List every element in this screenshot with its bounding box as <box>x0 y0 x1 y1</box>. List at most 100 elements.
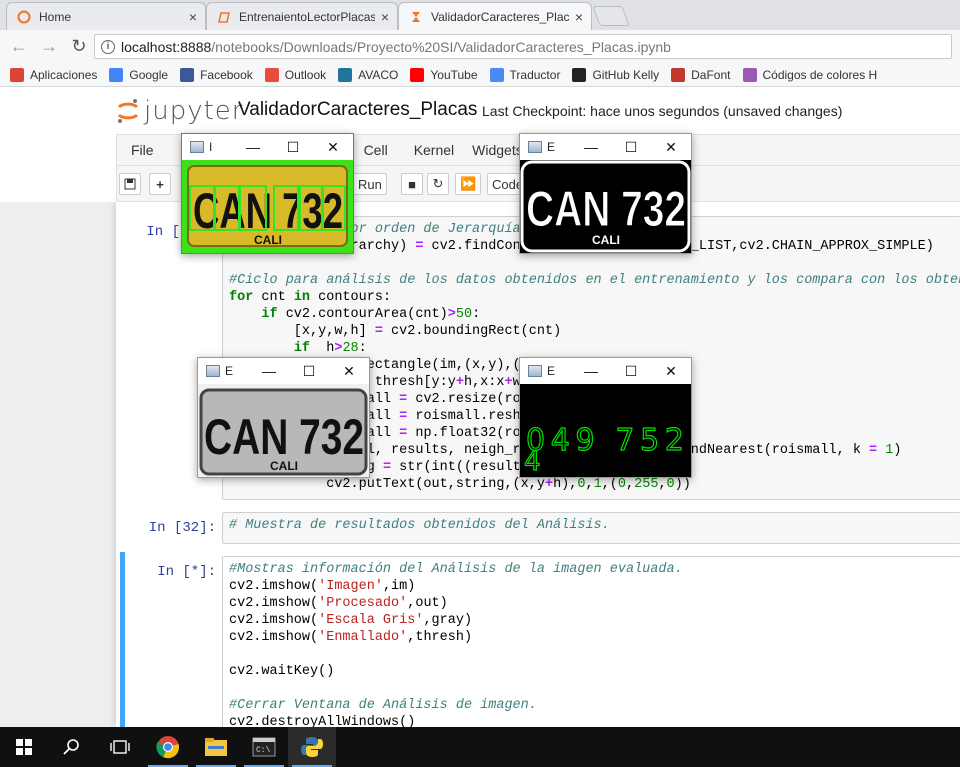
add-cell-icon[interactable]: + <box>149 173 171 195</box>
window-title: E <box>547 140 556 154</box>
search-icon[interactable] <box>48 727 96 767</box>
window-titlebar[interactable]: I — ☐ ✕ <box>182 134 353 160</box>
tab-training[interactable]: EntrenaientoLectorPlacas × <box>206 2 398 30</box>
close-icon[interactable]: ✕ <box>329 363 369 380</box>
bookmark-favicon-icon <box>264 67 279 82</box>
code-text[interactable]: #Mostras información del Análisis de la … <box>223 557 960 727</box>
close-icon[interactable]: × <box>575 9 583 25</box>
run-label: Run <box>358 176 382 192</box>
python-icon[interactable] <box>288 727 336 767</box>
tab-home[interactable]: Home × <box>6 2 206 30</box>
bookmark-label: Traductor <box>509 67 561 82</box>
bookmark-item[interactable]: Aplicaciones <box>10 67 97 82</box>
bookmark-item[interactable]: AVACO <box>338 67 398 82</box>
plate-text: CAN 732 <box>204 409 364 465</box>
close-icon[interactable]: ✕ <box>651 363 691 380</box>
digits-graphic: 049 752 4 <box>523 422 684 477</box>
window-titlebar[interactable]: E — ☐ ✕ <box>520 358 691 384</box>
file-explorer-icon[interactable] <box>192 727 240 767</box>
windows-start-icon[interactable] <box>0 727 48 767</box>
window-app-icon <box>206 365 220 377</box>
bookmark-label: Google <box>129 67 169 82</box>
plate-image-threshold: CAN 732 CALI <box>520 160 691 253</box>
opencv-window-imagen[interactable]: I — ☐ ✕ CAN 732 CALI <box>181 133 354 254</box>
screen: Home × EntrenaientoLectorPlacas × Valida… <box>0 0 960 767</box>
task-view-icon[interactable] <box>96 727 144 767</box>
license-plate-graphic: CAN 732 CALI <box>187 165 348 247</box>
menu-kernel[interactable]: Kernel <box>414 142 454 158</box>
bookmark-label: Códigos de colores H <box>762 67 878 82</box>
bookmark-item[interactable]: Google <box>109 67 169 82</box>
maximize-icon[interactable]: ☐ <box>289 363 329 380</box>
stop-icon[interactable]: ■ <box>401 173 423 195</box>
minimize-icon[interactable]: — <box>249 363 289 380</box>
window-title: E <box>225 364 234 378</box>
forward-arrow-icon[interactable]: → <box>38 36 60 58</box>
bookmark-item[interactable]: GitHub Kelly <box>572 67 660 82</box>
bookmark-favicon-icon <box>109 67 124 82</box>
notebook-name[interactable]: ValidadorCaracteres_Placas <box>238 99 477 121</box>
window-titlebar[interactable]: E — ☐ ✕ <box>520 134 691 160</box>
jupyter-logo[interactable]: jupyter <box>116 96 243 126</box>
recognized-digits-image: 049 752 4 <box>520 384 691 477</box>
minimize-icon[interactable]: — <box>233 139 273 156</box>
restart-icon[interactable]: ↻ <box>427 173 449 195</box>
reload-icon[interactable]: ↻ <box>68 36 90 58</box>
bookmark-item[interactable]: Traductor <box>489 67 561 82</box>
close-icon[interactable]: × <box>381 9 389 25</box>
plate-image-gray: CAN 732 CALI <box>198 384 369 477</box>
windows-taskbar: C:\ <box>0 727 960 767</box>
maximize-icon[interactable]: ☐ <box>611 139 651 156</box>
bookmark-label: GitHub Kelly <box>592 67 660 82</box>
chrome-icon[interactable] <box>144 727 192 767</box>
bookmark-label: Facebook <box>200 67 253 82</box>
save-icon[interactable] <box>119 173 141 195</box>
code-cell-active[interactable]: #Mostras información del Análisis de la … <box>222 556 960 727</box>
window-titlebar[interactable]: E — ☐ ✕ <box>198 358 369 384</box>
menu-cell[interactable]: Cell <box>364 142 388 158</box>
window-title: E <box>547 364 556 378</box>
apps-grid-icon <box>10 67 24 82</box>
cell-type-select[interactable]: Code <box>487 173 523 195</box>
bookmark-label: DaFont <box>691 67 731 82</box>
code-text[interactable]: # Muestra de resultados obtenidos del An… <box>223 513 960 538</box>
new-tab-button[interactable] <box>592 6 630 26</box>
bookmark-item[interactable]: Códigos de colores H <box>742 67 878 82</box>
bookmark-item[interactable]: DaFont <box>671 67 731 82</box>
checkpoint-status: Last Checkpoint: hace unos segundos (uns… <box>482 103 843 119</box>
maximize-icon[interactable]: ☐ <box>273 139 313 156</box>
menu-widgets[interactable]: Widgets <box>472 142 523 158</box>
tab-label: Home <box>39 9 72 24</box>
close-icon[interactable]: ✕ <box>313 139 353 156</box>
bookmark-item[interactable]: Facebook <box>180 67 253 82</box>
fast-forward-icon[interactable]: ⏩ <box>455 173 482 195</box>
maximize-icon[interactable]: ☐ <box>611 363 651 380</box>
opencv-window-procesado[interactable]: E — ☐ ✕ 049 752 4 <box>519 357 692 478</box>
bookmark-item[interactable]: Outlook <box>264 67 326 82</box>
info-icon[interactable]: i <box>101 39 115 54</box>
bookmark-item[interactable]: YouTube <box>410 67 478 82</box>
notebook-tab-icon <box>218 11 230 23</box>
plate-image-color: CAN 732 CALI <box>182 160 353 253</box>
window-app-icon <box>528 141 542 153</box>
bookmark-favicon-icon <box>338 67 353 82</box>
menu-file[interactable]: File <box>131 142 154 158</box>
close-icon[interactable]: ✕ <box>651 139 691 156</box>
window-app-icon <box>190 141 204 153</box>
back-arrow-icon[interactable]: ← <box>8 36 30 58</box>
plate-city: CALI <box>270 459 298 473</box>
url-path: /notebooks/Downloads/Proyecto%20SI/Valid… <box>211 38 671 55</box>
minimize-icon[interactable]: — <box>571 363 611 380</box>
window-app-icon <box>528 365 542 377</box>
minimize-icon[interactable]: — <box>571 139 611 156</box>
digits-text: 049 752 <box>526 423 684 458</box>
tab-validador[interactable]: ValidadorCaracteres_Plac × <box>398 2 592 30</box>
opencv-window-escala-gris[interactable]: E — ☐ ✕ CAN 732 CALI <box>197 357 370 478</box>
window-title: I <box>209 140 213 154</box>
address-bar[interactable]: i localhost:8888/notebooks/Downloads/Pro… <box>94 34 952 59</box>
code-cell[interactable]: # Muestra de resultados obtenidos del An… <box>222 512 960 544</box>
terminal-icon[interactable]: C:\ <box>240 727 288 767</box>
close-icon[interactable]: × <box>189 9 197 25</box>
opencv-window-enmallado[interactable]: E — ☐ ✕ CAN 732 CALI <box>519 133 692 254</box>
cell-prompt: In [*]: <box>157 564 216 580</box>
